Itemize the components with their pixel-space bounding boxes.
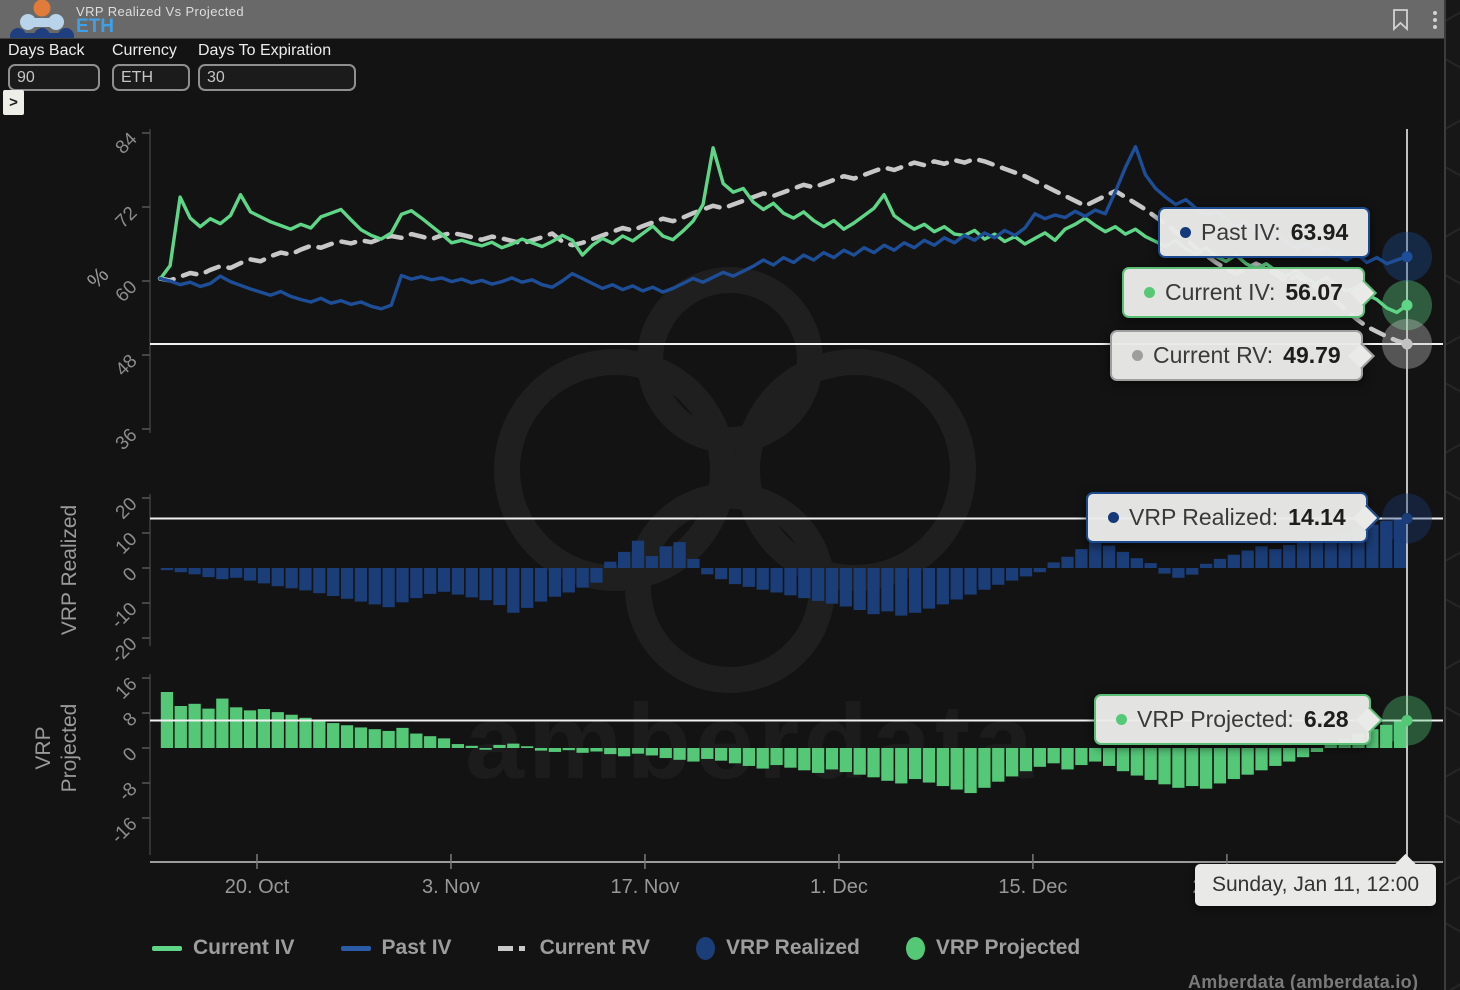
tooltip-label: VRP Projected: [1137, 706, 1294, 732]
attribution: Amberdata (amberdata.io) [1188, 972, 1419, 990]
y-axis-tick-label: 10 [112, 529, 142, 559]
legend-label: VRP Realized [726, 936, 860, 959]
x-axis-tick-label: 17. Nov [610, 876, 679, 898]
currency-input[interactable] [112, 64, 190, 91]
days-to-expiration-field: Days To Expiration [198, 42, 356, 91]
tooltip-label: VRP Realized: [1129, 504, 1279, 530]
series-marker [1401, 338, 1413, 350]
x-axis-tick-label: 1. Dec [810, 876, 868, 898]
legend-label: Current IV [193, 936, 295, 959]
series-marker [1401, 715, 1413, 727]
symbol-label: ETH [76, 16, 114, 37]
y-axis-tick-label: 20 [112, 494, 142, 524]
current-iv-swatch-icon [152, 945, 182, 951]
tooltip-label: Current IV: [1165, 279, 1276, 305]
y-axis-tick-label: 84 [112, 128, 142, 158]
vrp-projected-swatch-icon [905, 936, 925, 960]
y-axis-tick-label: -10 [107, 599, 141, 633]
tooltip-past-iv: Past IV: 63.94 [1158, 207, 1371, 258]
date-text: Sunday, Jan 11, 12:00 [1212, 873, 1420, 896]
current-rv-swatch-icon [497, 945, 529, 951]
tooltip-date: Sunday, Jan 11, 12:00 [1195, 853, 1437, 906]
x-axis-tick-label: 3. Nov [422, 876, 480, 898]
currency-field: Currency [112, 42, 190, 91]
vrp-realized-swatch-icon [696, 936, 716, 960]
legend-item-current-rv[interactable]: Current RV [497, 936, 651, 960]
days-back-label: Days Back [8, 42, 85, 59]
past-iv-swatch-icon [340, 945, 371, 951]
days-back-input[interactable] [8, 64, 100, 91]
y-axis-tick-label: 48 [112, 351, 142, 381]
sidebar-expand-button[interactable]: > [3, 90, 24, 115]
legend-item-past-iv[interactable]: Past IV [340, 936, 452, 960]
legend-label: VRP Projected [935, 936, 1081, 959]
past-iv-dot-icon [1180, 227, 1191, 238]
amberdata-logo-icon [10, 0, 74, 38]
tooltip-current-iv: Current IV: 56.07 [1122, 267, 1377, 318]
y-axis-tick-label: 72 [112, 203, 142, 233]
y-axis-tick-label: -20 [107, 634, 141, 668]
y-axis-tick-label: 0 [119, 564, 141, 586]
bookmark-icon[interactable] [1392, 9, 1410, 31]
y-axis-tick-label: -8 [115, 779, 142, 806]
tooltip-value: 6.28 [1303, 706, 1349, 732]
tooltip-label: Past IV: [1201, 219, 1281, 245]
x-axis-tick-label: 20. Oct [225, 876, 290, 898]
watermark: amberdata [465, 267, 1033, 801]
tooltip-value: 56.07 [1285, 279, 1343, 305]
tooltip-vrp-projected: VRP Projected: 6.28 [1094, 694, 1383, 745]
vrp-projected-dot-icon [1116, 714, 1127, 725]
kebab-menu-icon[interactable] [1432, 9, 1438, 31]
y-axis-tick-label: 16 [112, 674, 142, 704]
tooltip-current-rv: Current RV: 49.79 [1110, 330, 1375, 381]
legend-label: Current RV [539, 936, 651, 959]
tooltip-value: 63.94 [1290, 219, 1349, 245]
vrp-realized-dot-icon [1108, 512, 1119, 523]
series-marker [1401, 513, 1413, 525]
legend-item-vrp-realized[interactable]: VRP Realized [696, 936, 860, 960]
series-marker [1401, 251, 1413, 263]
y-axis-tick-label: 60 [112, 277, 142, 307]
series-marker [1401, 299, 1413, 311]
y-axis-tick-label: 36 [112, 425, 142, 455]
y-axis-tick-label: 8 [119, 709, 141, 731]
background-hex-strip [1439, 0, 1460, 990]
legend-label: Past IV [381, 936, 452, 959]
legend-item-current-iv[interactable]: Current IV [152, 936, 295, 960]
tooltip-label: Current RV: [1153, 342, 1274, 368]
legend-item-vrp-projected[interactable]: VRP Projected [905, 936, 1081, 960]
vrp-realized-axis-title: VRP Realized [58, 505, 81, 635]
current-rv-dot-icon [1132, 350, 1143, 361]
header-bar: VRP Realized Vs Projected ETH [0, 0, 1444, 39]
app-window: amberdata 84 72 60 48 36 20 10 0 -10 -20 16 8 0 -8 -16%… [0, 0, 1460, 990]
y-axis-tick-label: -16 [107, 814, 141, 848]
tooltip-vrp-realized: VRP Realized: 14.14 [1086, 492, 1380, 543]
vrp-projected-axis-title: VRP Projected [32, 704, 81, 793]
days-back-field: Days Back [8, 42, 100, 91]
x-axis-tick-label: 15. Dec [998, 876, 1067, 898]
iv-axis-title: % [82, 262, 114, 294]
tooltip-value: 49.79 [1283, 342, 1341, 368]
chart-legend: Current IV Past IV Current RV VRP Realiz… [152, 936, 1080, 960]
days-to-expiration-label: Days To Expiration [198, 42, 332, 59]
days-to-expiration-input[interactable] [198, 64, 356, 91]
currency-label: Currency [112, 42, 177, 59]
tooltip-value: 14.14 [1288, 504, 1346, 530]
current-iv-dot-icon [1144, 287, 1155, 298]
y-axis-tick-label: 0 [119, 744, 141, 766]
